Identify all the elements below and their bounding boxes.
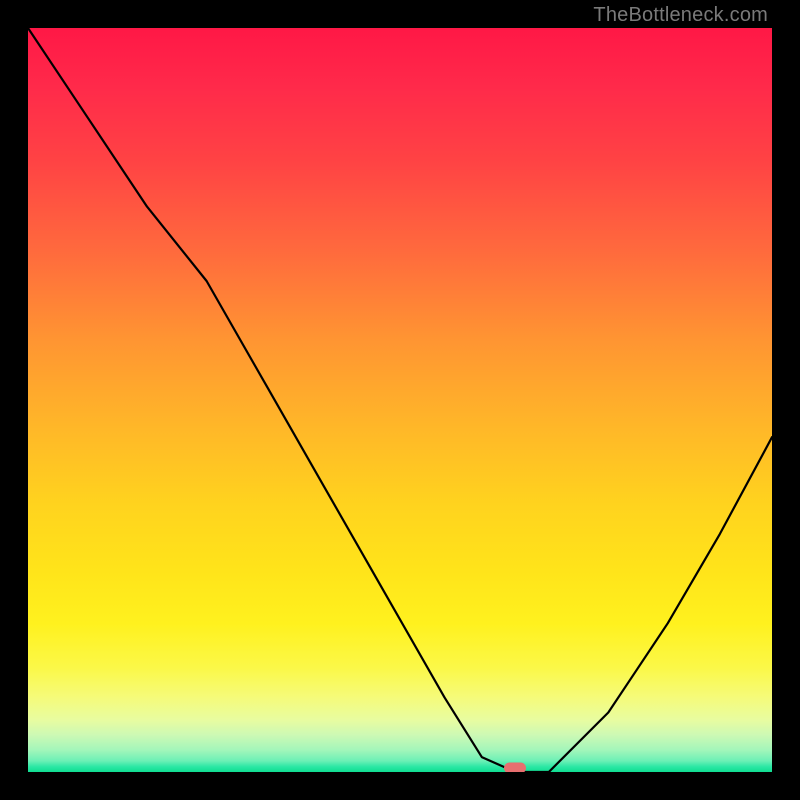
optimal-marker (504, 762, 526, 772)
curve-path (28, 28, 772, 772)
watermark-text: TheBottleneck.com (593, 4, 768, 27)
bottleneck-curve (28, 28, 772, 772)
plot-area (28, 28, 772, 772)
chart-frame: TheBottleneck.com (0, 0, 800, 800)
